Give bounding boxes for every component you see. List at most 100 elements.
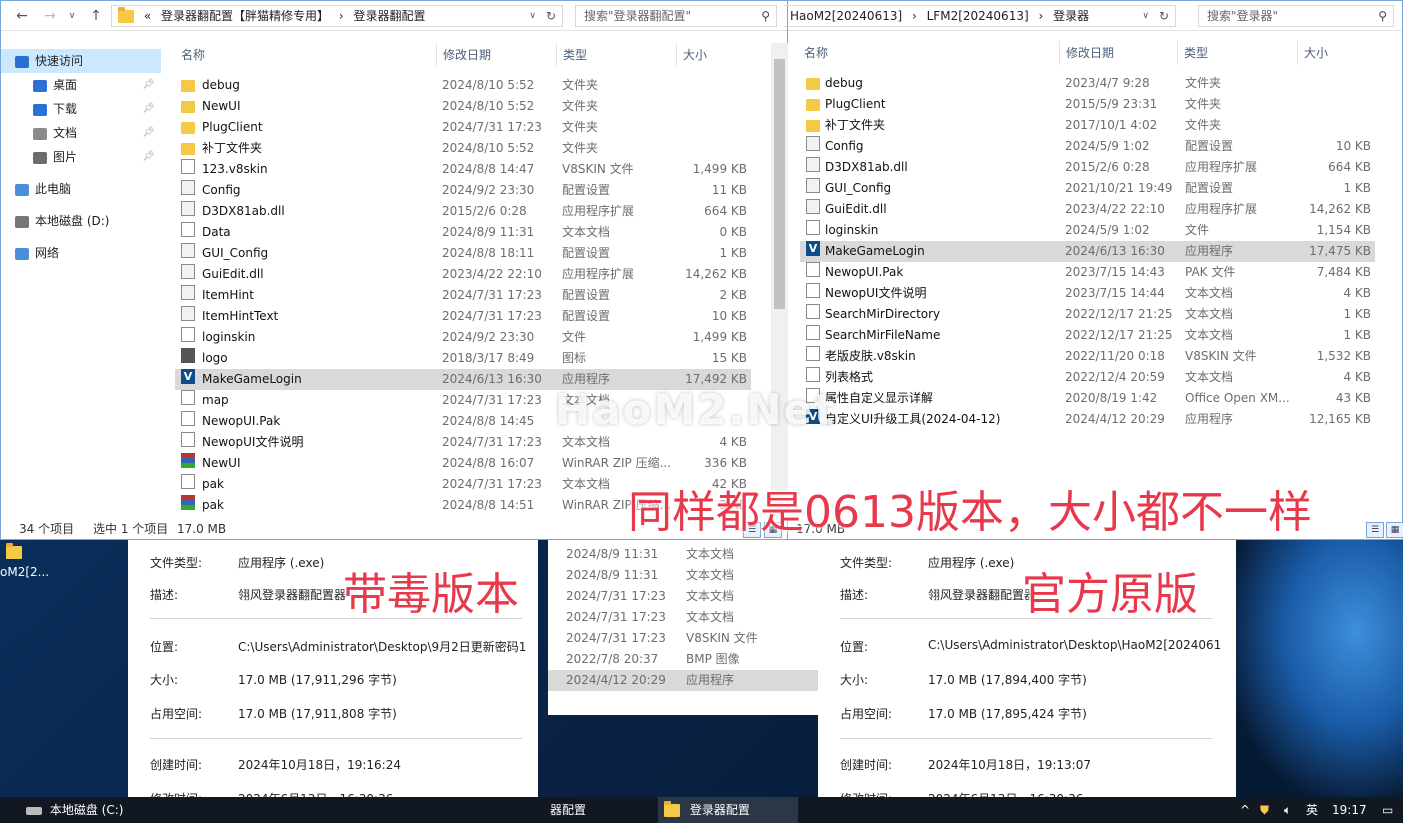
column-name[interactable]: 名称 — [175, 43, 437, 67]
file-row[interactable]: debug 2024/8/10 5:52 文件夹 — [175, 75, 751, 96]
taskbar-drive-c[interactable]: 本地磁盘 (C:) — [20, 797, 129, 823]
file-row[interactable]: 123.v8skin 2024/8/8 14:47 V8SKIN 文件 1,499 K… — [175, 159, 751, 180]
column-date[interactable]: 修改日期 — [1060, 41, 1178, 65]
vertical-scrollbar[interactable] — [771, 43, 788, 517]
file-row[interactable]: NewopUI.Pak 2023/7/15 14:43 PAK 文件 7,484 KB — [800, 262, 1375, 283]
file-row[interactable]: NewUI 2024/8/10 5:52 文件夹 — [175, 96, 751, 117]
breadcrumb[interactable]: « 登录器翻配置【胖猫精修专用】 › 登录器翻配置 ∨ ↻ — [111, 5, 563, 27]
security-shield-icon[interactable]: ⛊ — [1254, 797, 1275, 823]
volume-icon[interactable]: 🔈︎ — [1278, 797, 1297, 823]
file-row[interactable]: loginskin 2024/5/9 1:02 文件 1,154 KB — [800, 220, 1375, 241]
breadcrumb-root[interactable]: HaoM2[20240613] — [790, 9, 902, 23]
file-type: 文本文档 — [1185, 370, 1234, 384]
pin-icon[interactable]: 📌︎ — [142, 121, 155, 145]
forward-arrow-icon[interactable]: → — [41, 7, 59, 25]
file-row[interactable]: ItemHintText 2024/7/31 17:23 配置设置 10 KB — [175, 306, 751, 327]
pin-icon[interactable]: 📌︎ — [142, 97, 155, 121]
file-row[interactable]: SearchMirFileName 2022/12/17 21:25 文本文档 1 K… — [800, 325, 1375, 346]
file-row[interactable]: ItemHint 2024/7/31 17:23 配置设置 2 KB — [175, 285, 751, 306]
search-input[interactable]: 搜索"登录器" ⚲ — [1198, 5, 1394, 27]
file-row[interactable]: NewUI 2024/8/8 16:07 WinRAR ZIP 压缩... 336 K… — [175, 453, 751, 474]
breadcrumb-parent[interactable]: LFM2[20240613] — [927, 9, 1029, 23]
file-file-icon — [181, 222, 195, 237]
refresh-icon[interactable]: ↻ — [546, 6, 556, 26]
file-row[interactable]: PlugClient 2024/7/31 17:23 文件夹 — [175, 117, 751, 138]
file-row[interactable]: 2024/8/9 11:31 文本文档 — [548, 565, 818, 586]
file-row[interactable]: V MakeGameLogin 2024/6/13 16:30 应用程序 17,475 … — [800, 241, 1375, 262]
file-row[interactable]: 补丁文件夹 2024/8/10 5:52 文件夹 — [175, 138, 751, 159]
desktop-folder-shortcut[interactable]: oM2[2... — [0, 543, 60, 579]
file-row[interactable]: D3DX81ab.dll 2015/2/6 0:28 应用程序扩展 664 KB — [175, 201, 751, 222]
details-view-icon[interactable]: ☰ — [1366, 522, 1384, 538]
column-size[interactable]: 大小 — [677, 43, 771, 67]
search-icon[interactable]: ⚲ — [1378, 6, 1387, 26]
column-size[interactable]: 大小 — [1298, 41, 1388, 65]
ime-indicator[interactable]: 英 — [1300, 797, 1324, 823]
file-row[interactable]: GUI_Config 2024/8/8 18:11 配置设置 1 KB — [175, 243, 751, 264]
notification-icon[interactable]: ▭ — [1376, 797, 1399, 823]
file-row[interactable]: 列表格式 2022/12/4 20:59 文本文档 4 KB — [800, 367, 1375, 388]
file-row[interactable]: GuiEdit.dll 2023/4/22 22:10 应用程序扩展 14,262 K… — [800, 199, 1375, 220]
large-icons-view-icon[interactable]: ▦ — [1386, 522, 1403, 538]
column-date[interactable]: 修改日期 — [437, 43, 557, 67]
file-row[interactable]: PlugClient 2015/5/9 23:31 文件夹 — [800, 94, 1375, 115]
dropdown-icon[interactable]: ∨ — [1142, 6, 1149, 26]
breadcrumb[interactable]: HaoM2[20240613] › LFM2[20240613] › 登录器 ∨… — [784, 5, 1176, 27]
nav-item-drive-d[interactable]: 本地磁盘 (D:) — [1, 209, 161, 233]
file-row[interactable]: 2022/7/8 20:37 BMP 图像 — [548, 649, 818, 670]
search-icon[interactable]: ⚲ — [761, 6, 770, 26]
up-arrow-icon[interactable]: ↑ — [87, 7, 105, 25]
breadcrumb-overflow[interactable]: « — [144, 9, 151, 23]
nav-item-network[interactable]: 网络 — [1, 241, 161, 265]
breadcrumb-current[interactable]: 登录器翻配置 — [353, 9, 425, 23]
file-row[interactable]: 2024/8/9 11:31 文本文档 — [548, 544, 818, 565]
back-arrow-icon[interactable]: ← — [13, 7, 31, 25]
column-type[interactable]: 类型 — [1178, 41, 1298, 65]
chevron-down-icon[interactable]: ∨ — [63, 7, 81, 25]
column-name[interactable]: 名称 — [798, 41, 1060, 65]
file-row[interactable]: D3DX81ab.dll 2015/2/6 0:28 应用程序扩展 664 KB — [800, 157, 1375, 178]
nav-item-desktop[interactable]: 桌面 📌︎ — [1, 73, 161, 97]
file-row[interactable]: NewopUI文件说明 2024/7/31 17:23 文本文档 4 KB — [175, 432, 751, 453]
dropdown-icon[interactable]: ∨ — [529, 6, 536, 26]
file-row[interactable]: debug 2023/4/7 9:28 文件夹 — [800, 73, 1375, 94]
file-row[interactable]: V 自定义UI升级工具(2024-04-12) 2024/4/12 20:29 应用程… — [800, 409, 1375, 430]
file-row[interactable]: 2024/4/12 20:29 应用程序 — [548, 670, 818, 691]
file-row[interactable]: Config 2024/5/9 1:02 配置设置 10 KB — [800, 136, 1375, 157]
nav-item-this-pc[interactable]: 此电脑 — [1, 177, 161, 201]
taskbar-window-config[interactable]: 器配置 — [544, 797, 654, 823]
file-row[interactable]: 老版皮肤.v8skin 2022/11/20 0:18 V8SKIN 文件 1,532… — [800, 346, 1375, 367]
nav-item-quick-access[interactable]: 快速访问 — [1, 49, 161, 73]
breadcrumb-current[interactable]: 登录器 — [1053, 9, 1089, 23]
file-name: Config — [825, 139, 864, 153]
nav-item-downloads[interactable]: 下载 📌︎ — [1, 97, 161, 121]
file-row[interactable]: 属性自定义显示详解 2020/8/19 1:42 Office Open XM...… — [800, 388, 1375, 409]
file-row[interactable]: logo 2018/3/17 8:49 图标 15 KB — [175, 348, 751, 369]
scrollbar-thumb[interactable] — [774, 59, 785, 309]
clock[interactable]: 19:17 — [1326, 797, 1373, 823]
breadcrumb-parent[interactable]: 登录器翻配置【胖猫精修专用】 — [161, 9, 329, 23]
file-row[interactable]: Data 2024/8/9 11:31 文本文档 0 KB — [175, 222, 751, 243]
column-type[interactable]: 类型 — [557, 43, 677, 67]
pin-icon[interactable]: 📌︎ — [142, 73, 155, 97]
search-input[interactable]: 搜索"登录器翻配置" ⚲ — [575, 5, 777, 27]
tray-chevron-icon[interactable]: ^ — [1234, 797, 1256, 823]
file-row[interactable]: Config 2024/9/2 23:30 配置设置 11 KB — [175, 180, 751, 201]
file-row[interactable]: SearchMirDirectory 2022/12/17 21:25 文本文档 1 … — [800, 304, 1375, 325]
taskbar-window-active[interactable]: 登录器配置 — [658, 797, 798, 823]
file-row[interactable]: 2024/7/31 17:23 文本文档 — [548, 607, 818, 628]
file-row[interactable]: 2024/7/31 17:23 V8SKIN 文件 — [548, 628, 818, 649]
nav-item-pictures[interactable]: 图片 📌︎ — [1, 145, 161, 169]
nav-item-documents[interactable]: 文档 📌︎ — [1, 121, 161, 145]
pin-icon[interactable]: 📌︎ — [142, 145, 155, 169]
file-row[interactable]: GuiEdit.dll 2023/4/22 22:10 应用程序扩展 14,262 K… — [175, 264, 751, 285]
refresh-icon[interactable]: ↻ — [1159, 6, 1169, 26]
file-size: 10 KB — [711, 309, 747, 323]
file-row[interactable]: GUI_Config 2021/10/21 19:49 配置设置 1 KB — [800, 178, 1375, 199]
file-row[interactable]: NewopUI文件说明 2023/7/15 14:44 文本文档 4 KB — [800, 283, 1375, 304]
file-size: 1 KB — [1343, 328, 1371, 342]
file-row[interactable]: 2024/7/31 17:23 文本文档 — [548, 586, 818, 607]
file-row[interactable]: 补丁文件夹 2017/10/1 4:02 文件夹 — [800, 115, 1375, 136]
cfg-file-icon — [806, 178, 820, 193]
file-row[interactable]: loginskin 2024/9/2 23:30 文件 1,499 KB — [175, 327, 751, 348]
